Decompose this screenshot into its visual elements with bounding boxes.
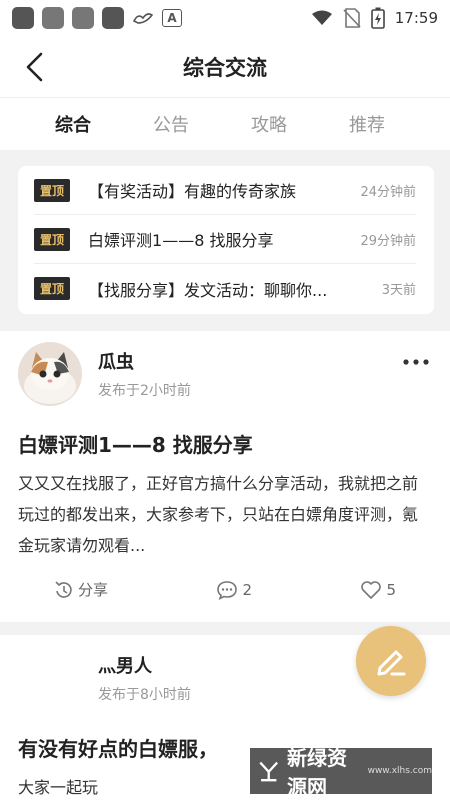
notification-icons: A (12, 7, 182, 29)
pinned-title: 白嫖评测1——8 找服分享 (88, 231, 274, 250)
tab-announcements[interactable]: 公告 (122, 111, 220, 137)
bird-icon (132, 13, 154, 24)
post-time: 发布于2小时前 (98, 383, 191, 399)
pinned-time: 24分钟前 (360, 184, 416, 200)
cat-avatar-image (18, 342, 82, 406)
post-body: 又又又在找服了，正好官方搞什么分享活动，我就把之前玩过的都发出来，大家参考下，只… (18, 474, 419, 555)
watermark-logo-icon (259, 761, 279, 782)
avatar[interactable] (18, 646, 82, 710)
app-notification-icon (72, 7, 94, 29)
pinned-title: 【有奖活动】有趣的传奇家族 (88, 182, 297, 201)
no-sim-icon (343, 8, 361, 28)
clock: 17:59 (394, 9, 438, 27)
pinned-posts: 置顶 【有奖活动】有趣的传奇家族 24分钟前 置顶 白嫖评测1——8 找服分享 … (18, 166, 434, 314)
status-bar: A 17:59 (0, 0, 450, 36)
pencil-icon (377, 650, 406, 676)
pinned-item[interactable]: 置顶 白嫖评测1——8 找服分享 29分钟前 (34, 215, 416, 264)
like-count: 5 (386, 580, 396, 599)
pinned-badge: 置顶 (34, 227, 71, 251)
tab-bar: 综合 公告 攻略 推荐 (0, 98, 450, 150)
tab-general[interactable]: 综合 (24, 111, 122, 137)
watermark-url: www.xlhs.com (367, 766, 432, 776)
more-options-button[interactable] (402, 347, 430, 371)
comment-button[interactable]: 2 (216, 579, 252, 600)
triangle-app-icon: A (162, 9, 182, 27)
pinned-time: 29分钟前 (360, 233, 416, 249)
nav-bar: 综合交流 (0, 36, 450, 98)
watermark: 新绿资源网 www.xlhs.com (250, 746, 432, 799)
share-button[interactable]: 分享 (54, 579, 108, 600)
comment-count: 2 (242, 580, 252, 599)
share-label: 分享 (78, 581, 109, 599)
watermark-text: 新绿资源网 (286, 746, 347, 799)
author-name[interactable]: 瓜虫 (98, 348, 191, 374)
app-notification-icon (42, 7, 64, 29)
post-card[interactable]: 瓜虫 发布于2小时前 白嫖评测1——8 找服分享 又又又在找服了，正好官方搞什么… (0, 331, 450, 622)
tab-recommended[interactable]: 推荐 (318, 111, 416, 137)
wifi-icon (311, 10, 332, 25)
pinned-item[interactable]: 置顶 【有奖活动】有趣的传奇家族 24分钟前 (34, 166, 416, 215)
pinned-item[interactable]: 置顶 【找服分享】发文活动：聊聊你... 3天前 (34, 264, 416, 313)
like-button[interactable]: 5 (360, 579, 396, 600)
post-header: 瓜虫 发布于2小时前 (18, 331, 432, 417)
post-actions: 分享 2 5 (18, 579, 432, 600)
heart-icon (361, 580, 382, 599)
pinned-badge: 置顶 (34, 277, 71, 300)
app-notification-icon (12, 7, 34, 29)
post-time: 发布于8小时前 (98, 687, 191, 703)
comment-icon (217, 580, 238, 600)
back-button[interactable] (18, 50, 52, 84)
author-name[interactable]: 灬男人 (98, 652, 191, 678)
post-title: 白嫖评测1——8 找服分享 (18, 433, 253, 457)
pinned-time: 3天前 (381, 283, 416, 298)
tab-guides[interactable]: 攻略 (220, 111, 318, 137)
avatar[interactable] (18, 342, 82, 406)
app-notification-icon (102, 7, 124, 29)
more-dots-icon (403, 359, 429, 365)
battery-icon (370, 7, 385, 29)
chevron-left-icon (26, 52, 43, 82)
page-title: 综合交流 (183, 55, 267, 80)
pinned-badge: 置顶 (34, 178, 71, 202)
compose-button[interactable] (356, 626, 426, 696)
pinned-title: 【找服分享】发文活动：聊聊你... (88, 280, 328, 300)
share-icon (55, 580, 72, 598)
